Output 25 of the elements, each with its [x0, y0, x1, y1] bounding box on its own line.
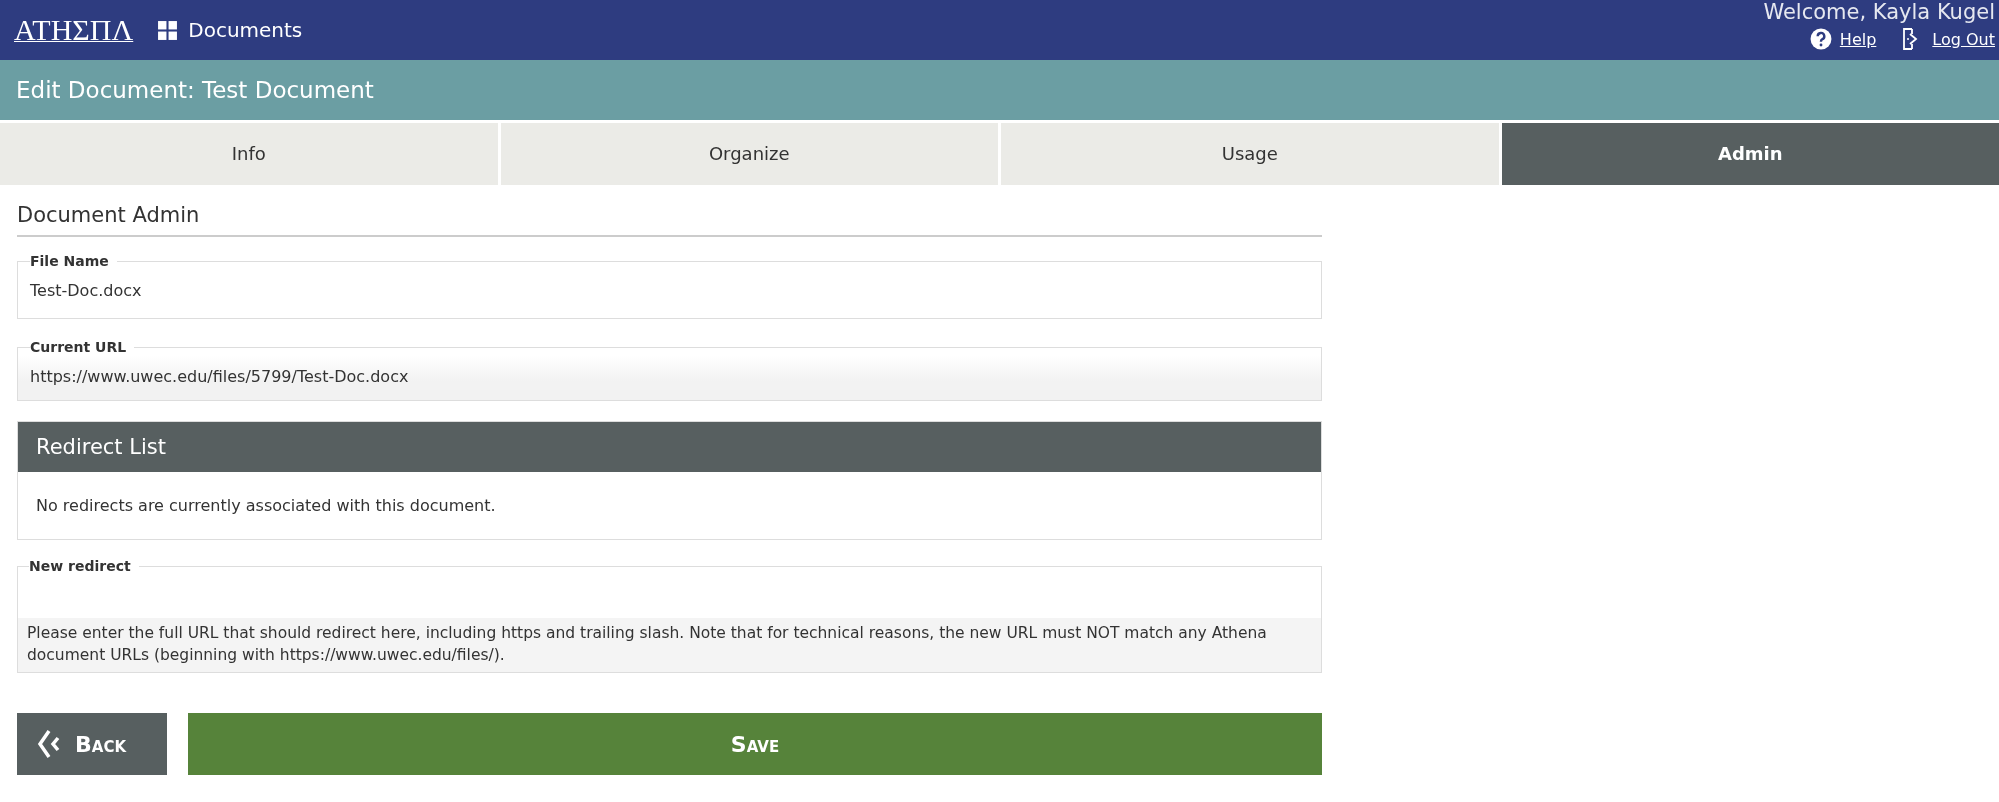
- field-label: New redirect: [29, 558, 132, 574]
- logout-link[interactable]: Log Out: [1932, 29, 1995, 49]
- app-menu-link[interactable]: Documents: [157, 18, 303, 42]
- text-field[interactable]: File Name Test-Doc.docx: [17, 253, 1322, 319]
- grid-icon: [157, 19, 179, 41]
- tab[interactable]: Info: [0, 123, 498, 185]
- save-button[interactable]: Save: [188, 713, 1322, 775]
- tab[interactable]: Usage: [1001, 123, 1499, 185]
- back-button[interactable]: Back: [17, 713, 167, 775]
- help-text: Please enter the full URL that should redirect here, including https and trailing slash. Note that for technical reasons, the new URL must NOT match any Athena document URLs (beginning with https://www.uwec.edu/files/).: [18, 618, 1321, 672]
- page-title: Edit Document: Test Document: [0, 60, 1999, 120]
- empty-message: No redirects are currently associated with this document.: [35, 495, 497, 517]
- chevron-icon: [37, 728, 61, 760]
- help-link[interactable]: Help: [1839, 29, 1877, 49]
- welcome-text: Welcome, Kayla Kugel: [1763, 0, 1995, 24]
- field-value: Test-Doc.docx: [30, 280, 143, 302]
- tab[interactable]: Organize: [500, 123, 998, 185]
- url-input-field[interactable]: [17, 558, 1322, 673]
- field-label: Current URL: [30, 339, 128, 355]
- field-label: File Name: [30, 253, 110, 269]
- logo[interactable]: ΑΤΗΣΠΛ: [14, 13, 134, 47]
- tab[interactable]: Admin: [1501, 123, 1999, 185]
- help-icon: [1809, 28, 1832, 50]
- panel-header: Redirect List: [18, 422, 1321, 472]
- section-title: Document Admin: [17, 185, 1322, 237]
